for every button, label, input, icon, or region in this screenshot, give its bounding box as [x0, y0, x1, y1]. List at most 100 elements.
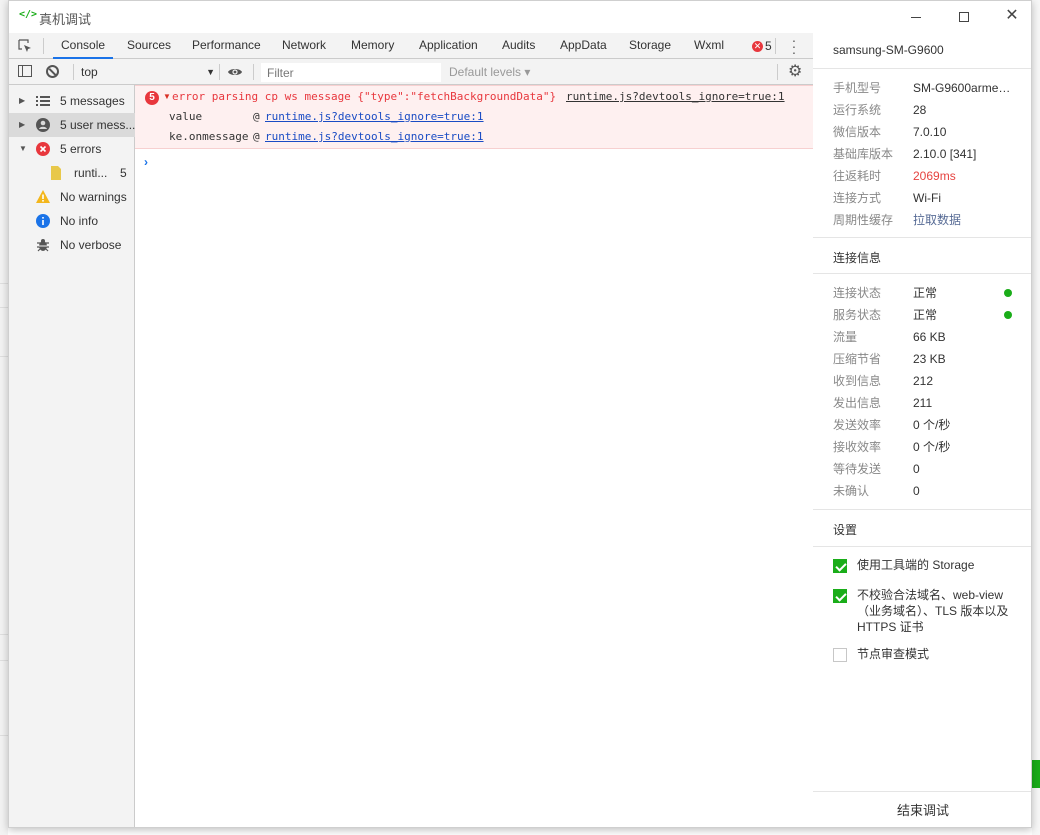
- sidebar-item-label: No info: [60, 214, 99, 228]
- info-key: 服务状态: [833, 308, 882, 322]
- info-key: 往返耗时: [833, 169, 882, 183]
- filter-input[interactable]: [261, 63, 441, 82]
- background-app-green-button: [1032, 760, 1040, 788]
- device-info-panel: samsung-SM-G9600 手机型号 SM-G9600armea... 运行…: [813, 33, 1031, 827]
- info-row: 流量 66 KB: [833, 326, 1023, 348]
- info-row: 手机型号 SM-G9600armea...: [833, 77, 1023, 99]
- tab-application[interactable]: Application: [411, 33, 486, 59]
- fetch-data-link[interactable]: 拉取数据: [913, 209, 961, 231]
- info-value: 66 KB: [913, 330, 946, 344]
- info-row: 未确认 0: [833, 480, 1023, 502]
- sidebar-toggle-icon[interactable]: [18, 65, 32, 77]
- context-value: top: [81, 65, 98, 79]
- info-key: 微信版本: [833, 125, 882, 139]
- tab-console[interactable]: Console: [53, 33, 114, 59]
- setting-label: 不校验合法域名、web-view（业务域名）、TLS 版本以及 HTTPS 证书: [857, 588, 1009, 634]
- stack-function: ke.onmessage: [169, 130, 249, 143]
- tab-wxml[interactable]: Wxml: [686, 33, 732, 59]
- minimize-button[interactable]: [901, 5, 931, 27]
- caret-right-icon[interactable]: ▶: [19, 89, 25, 113]
- end-debug-button[interactable]: 结束调试: [813, 791, 1031, 827]
- info-value: 0 个/秒: [913, 440, 951, 454]
- console-prompt[interactable]: ›: [144, 155, 148, 169]
- clear-console-icon[interactable]: [46, 65, 59, 78]
- sidebar-item-verbose[interactable]: No verbose: [9, 233, 135, 257]
- sidebar-item-label: No warnings: [60, 190, 127, 204]
- error-source-link[interactable]: runtime.js?devtools_ignore=true:1: [566, 90, 785, 103]
- sidebar-item-warnings[interactable]: No warnings: [9, 185, 135, 209]
- info-row: 等待发送 0: [833, 458, 1023, 480]
- maximize-icon: [959, 12, 969, 23]
- divider: [813, 546, 1031, 547]
- user-icon: [36, 118, 50, 132]
- tab-network[interactable]: Network: [274, 33, 334, 59]
- caret-down-icon[interactable]: ▼: [19, 137, 27, 161]
- caret-right-icon[interactable]: ▶: [19, 113, 25, 137]
- info-value: SM-G9600armea...: [913, 81, 1013, 95]
- checkbox-checked[interactable]: [833, 559, 847, 573]
- stack-at: @: [253, 130, 260, 143]
- log-levels-dropdown[interactable]: Default levels ▾: [449, 63, 530, 82]
- sidebar-item-user-messages[interactable]: ▶ 5 user mess...: [9, 113, 135, 137]
- info-value: 212: [913, 374, 934, 388]
- tab-performance[interactable]: Performance: [184, 33, 269, 59]
- sidebar-item-runtime-file[interactable]: runti... 5: [9, 161, 135, 185]
- error-counter[interactable]: ✕ 5: [752, 39, 772, 53]
- background-app-left-edge: [0, 0, 8, 835]
- stack-frame: ke.onmessage @ runtime.js?devtools_ignor…: [169, 130, 484, 143]
- sidebar-item-info[interactable]: No info: [9, 209, 135, 233]
- sidebar-item-label: 5 errors: [60, 142, 102, 156]
- sidebar-item-errors[interactable]: ▼ 5 errors: [9, 137, 135, 161]
- error-count-text: 5: [765, 39, 772, 53]
- info-row: 微信版本 7.0.10: [833, 121, 1023, 143]
- devtools-tab-bar: Console Sources Performance Network Memo…: [9, 33, 813, 59]
- info-key: 基础库版本: [833, 147, 894, 161]
- close-icon: ✕: [1005, 7, 1019, 24]
- close-button[interactable]: ✕: [997, 5, 1027, 27]
- eye-icon[interactable]: [227, 65, 243, 79]
- dropdown-arrow-icon: ▼: [206, 67, 215, 77]
- sidebar-item-messages[interactable]: ▶ 5 messages: [9, 89, 135, 113]
- checkbox-checked[interactable]: [833, 589, 847, 603]
- stack-source-link[interactable]: runtime.js?devtools_ignore=true:1: [265, 130, 484, 143]
- toolbar-separator: [219, 64, 220, 80]
- tab-storage[interactable]: Storage: [621, 33, 679, 59]
- error-icon: [36, 142, 50, 156]
- info-key: 手机型号: [833, 81, 882, 95]
- checkbox-unchecked[interactable]: [833, 648, 847, 662]
- stack-frame: value @ runtime.js?devtools_ignore=true:…: [169, 110, 484, 123]
- divider: [813, 509, 1031, 510]
- info-value: 211: [913, 396, 933, 410]
- context-selector[interactable]: top ▼: [75, 62, 215, 82]
- info-row: 运行系统 28: [833, 99, 1023, 121]
- list-icon: [36, 96, 50, 106]
- tab-audits[interactable]: Audits: [494, 33, 543, 59]
- tab-appdata[interactable]: AppData: [552, 33, 615, 59]
- window-title: 真机调试: [39, 12, 92, 27]
- more-options-icon[interactable]: · · ·: [791, 33, 797, 59]
- maximize-button[interactable]: [949, 5, 979, 27]
- bug-icon: [37, 239, 49, 252]
- info-key: 接收效率: [833, 440, 882, 454]
- info-value: 0: [913, 484, 920, 498]
- tab-sources[interactable]: Sources: [119, 33, 179, 59]
- info-value: 正常: [913, 286, 938, 300]
- sidebar-item-label: 5 user mess...: [60, 118, 135, 132]
- stack-source-link[interactable]: runtime.js?devtools_ignore=true:1: [265, 110, 484, 123]
- divider: [813, 68, 1031, 69]
- info-icon: [36, 214, 50, 228]
- inspect-element-icon[interactable]: [17, 38, 33, 54]
- gear-icon[interactable]: ⚙: [788, 63, 802, 81]
- warning-icon: [36, 190, 50, 203]
- info-key: 运行系统: [833, 103, 882, 117]
- info-row: 周期性缓存 拉取数据: [833, 209, 1023, 231]
- info-row: 基础库版本 2.10.0 [341]: [833, 143, 1023, 165]
- info-key: 连接状态: [833, 286, 882, 300]
- remote-debug-window: </> 真机调试 ✕ Console Sources Performance N…: [8, 0, 1032, 828]
- setting-label: 节点审查模式: [857, 647, 930, 661]
- sidebar-item-label: runti...: [74, 166, 108, 180]
- expand-triangle-icon[interactable]: ▼: [163, 92, 171, 101]
- tab-memory[interactable]: Memory: [343, 33, 402, 59]
- info-value: Wi-Fi: [913, 191, 941, 205]
- info-key: 发出信息: [833, 396, 882, 410]
